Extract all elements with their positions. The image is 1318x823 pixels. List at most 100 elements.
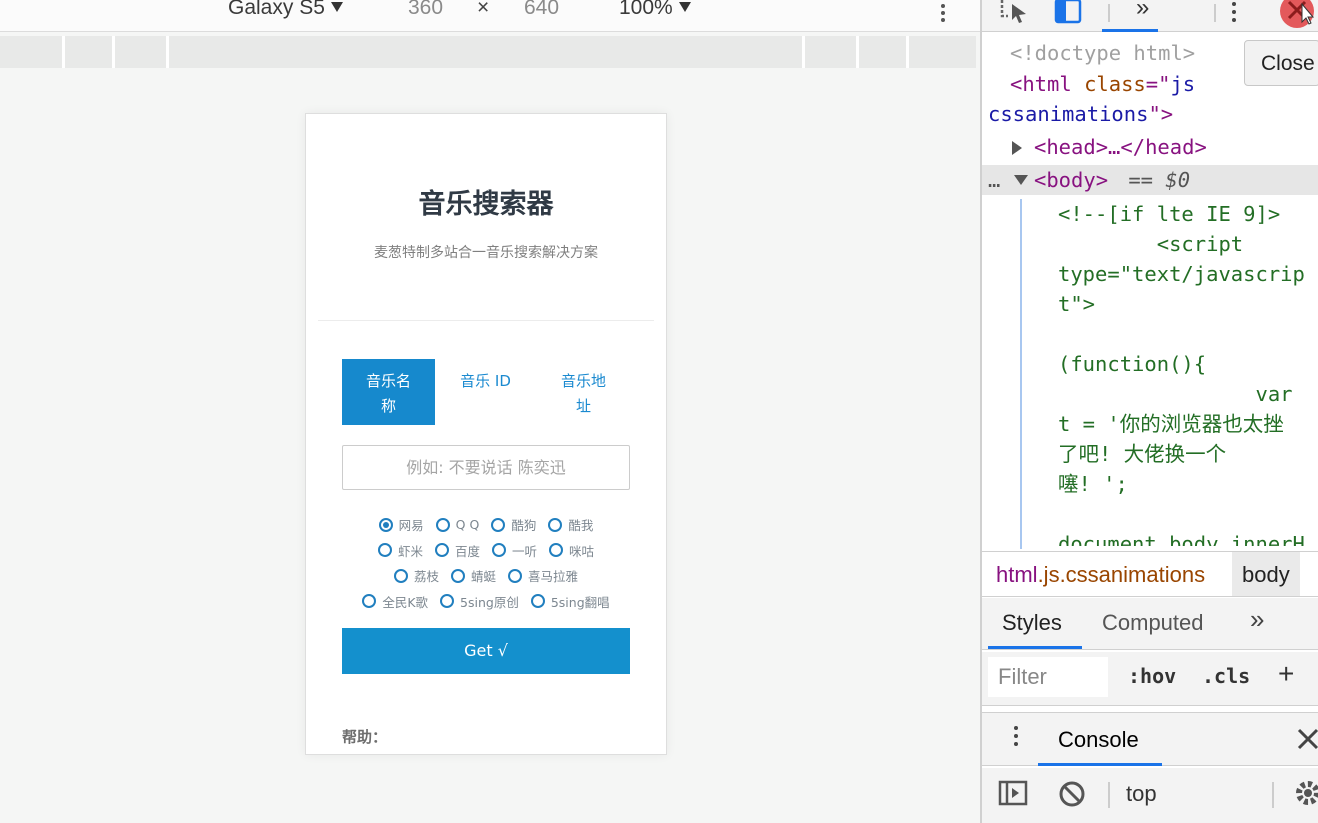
radio-ximalaya[interactable]: 喜马拉雅	[508, 566, 578, 585]
breadcrumb-html[interactable]: html.js.cssanimations	[996, 552, 1205, 598]
inspect-element-icon[interactable]	[1000, 0, 1030, 24]
radio-migu[interactable]: 咪咕	[549, 541, 594, 560]
tab-console[interactable]: Console	[1058, 727, 1139, 753]
radio-netease[interactable]: 网易	[378, 515, 424, 534]
indent-guide	[1020, 199, 1022, 549]
radio-lizhi[interactable]: 荔枝	[393, 566, 439, 585]
breadcrumb-tag: html	[996, 562, 1038, 587]
ruler-divider	[856, 36, 859, 68]
tab-music-id[interactable]: 音乐 ID	[439, 359, 532, 425]
code-line: <script	[1058, 232, 1244, 256]
zoom-select[interactable]: 100%	[619, 0, 691, 20]
tab-label: 音乐名	[365, 372, 411, 390]
collapse-arrow-icon[interactable]	[1014, 175, 1028, 185]
tag-text: <head>…</head>	[1034, 135, 1207, 159]
radio-qq[interactable]: Q Q	[435, 517, 480, 533]
tab-music-name[interactable]: 音乐名 称	[342, 359, 435, 425]
radio-label: 酷我	[568, 518, 594, 534]
device-select[interactable]: Galaxy S5	[228, 0, 343, 20]
radio-kuwo[interactable]: 酷我	[548, 515, 593, 534]
breadcrumb-body[interactable]: body	[1232, 552, 1300, 596]
radio-label: 酷狗	[511, 518, 537, 534]
class-toggle-button[interactable]: .cls	[1202, 664, 1250, 688]
ruler-divider	[166, 36, 169, 68]
source-radio-group: 网易 Q Q 酷狗 酷我 虾米 百度 一听 咪咕 荔枝 蜻蜓 喜马拉雅 全民K歌…	[306, 512, 666, 614]
more-options-icon[interactable]	[941, 4, 945, 8]
expand-arrow-icon[interactable]	[1012, 141, 1022, 155]
radio-qingting[interactable]: 蜻蜓	[450, 566, 496, 585]
radio-row: 荔枝 蜻蜓 喜马拉雅	[306, 563, 666, 589]
tag-text: <body>	[1034, 168, 1109, 192]
device-viewport: Galaxy S5 360 × 640 100% 音乐搜索器 麦葱特制多站合一音…	[0, 0, 980, 823]
radio-icon	[362, 594, 377, 609]
more-panels-icon[interactable]: »	[1136, 0, 1149, 22]
divider	[318, 320, 654, 321]
html-open-line[interactable]: <html class="js	[1010, 69, 1318, 99]
filter-input[interactable]: Filter	[988, 657, 1108, 697]
code-line: document.body.innerH	[1058, 532, 1305, 546]
gear-icon[interactable]	[1292, 778, 1318, 808]
radio-row: 全民K歌 5sing原创 5sing翻唱	[306, 589, 666, 615]
toolbar-divider	[1214, 4, 1216, 22]
tab-label: 址	[575, 397, 591, 415]
ruler-divider	[62, 36, 65, 68]
ruler-divider	[802, 36, 805, 68]
devtools-toolbar: »	[982, 0, 1318, 32]
radio-label: 百度	[454, 543, 480, 559]
sidebar-toggle-icon[interactable]	[998, 780, 1030, 808]
radio-icon	[434, 543, 449, 558]
radio-icon	[491, 517, 506, 532]
chevron-down-icon	[330, 2, 343, 12]
height-field[interactable]: 640	[524, 0, 559, 20]
radio-baidu[interactable]: 百度	[434, 541, 480, 560]
head-line[interactable]: <head>…</head>	[1012, 132, 1318, 162]
radio-label: 荔枝	[413, 569, 439, 585]
radio-row: 网易 Q Q 酷狗 酷我	[306, 512, 666, 538]
radio-label: 虾米	[397, 543, 423, 559]
radio-kugou[interactable]: 酷狗	[491, 515, 536, 534]
clear-console-icon[interactable]	[1058, 780, 1086, 808]
doctype-line: <!doctype html>	[1010, 41, 1196, 65]
radio-icon	[492, 543, 506, 558]
radio-label: Q Q	[455, 517, 480, 533]
media-query-ruler[interactable]	[0, 36, 976, 68]
radio-yiting[interactable]: 一听	[492, 541, 537, 560]
hover-state-button[interactable]: :hov	[1128, 664, 1176, 688]
add-rule-button[interactable]: +	[1278, 658, 1294, 690]
radio-quanminkge[interactable]: 全民K歌	[362, 592, 428, 611]
radio-row: 虾米 百度 一听 咪咕	[306, 538, 666, 564]
radio-label: 5sing原创	[460, 594, 519, 610]
active-tab-indicator	[1038, 763, 1162, 766]
search-input[interactable]: 例如: 不要说话 陈奕迅	[342, 445, 630, 490]
body-line-selected[interactable]: … <body> == $0	[982, 165, 1318, 195]
device-toggle-icon[interactable]	[1054, 0, 1084, 24]
selected-marker: == $0	[1116, 168, 1191, 192]
radio-5sing-original[interactable]: 5sing原创	[440, 592, 519, 611]
more-tabs-icon[interactable]: »	[1250, 604, 1264, 635]
page-title: 音乐搜索器	[418, 189, 554, 220]
close-icon[interactable]	[1296, 727, 1318, 751]
attr-name: class	[1084, 72, 1146, 96]
more-options-icon[interactable]	[1232, 2, 1236, 6]
code-line: 噻! ';	[1058, 472, 1128, 496]
tab-music-url[interactable]: 音乐地 址	[537, 359, 630, 425]
radio-icon	[435, 517, 450, 532]
tag-text: <html	[1010, 72, 1085, 96]
context-select[interactable]: top	[1126, 781, 1157, 807]
tab-styles[interactable]: Styles	[1002, 610, 1062, 636]
get-button[interactable]: Get √	[342, 628, 630, 674]
radio-xiami[interactable]: 虾米	[377, 541, 423, 560]
code-line: t = '你的浏览器也太挫	[1058, 412, 1284, 436]
code-line: var	[1058, 382, 1293, 406]
tab-computed[interactable]: Computed	[1102, 610, 1204, 636]
radio-5sing-cover[interactable]: 5sing翻唱	[530, 592, 610, 611]
drawer-menu-icon[interactable]	[1014, 726, 1018, 730]
breadcrumb: html.js.cssanimations body	[982, 551, 1318, 597]
close-devtools-button[interactable]	[1280, 0, 1315, 28]
elements-tree[interactable]: <!doctype html> <html class="js cssanima…	[982, 38, 1318, 546]
code-line: type="text/javascrip	[1058, 262, 1305, 286]
active-tab-indicator	[1102, 29, 1158, 32]
styles-filter-bar: Filter :hov .cls +	[982, 652, 1318, 706]
width-field[interactable]: 360	[408, 0, 443, 20]
radio-label: 5sing翻唱	[550, 594, 610, 610]
